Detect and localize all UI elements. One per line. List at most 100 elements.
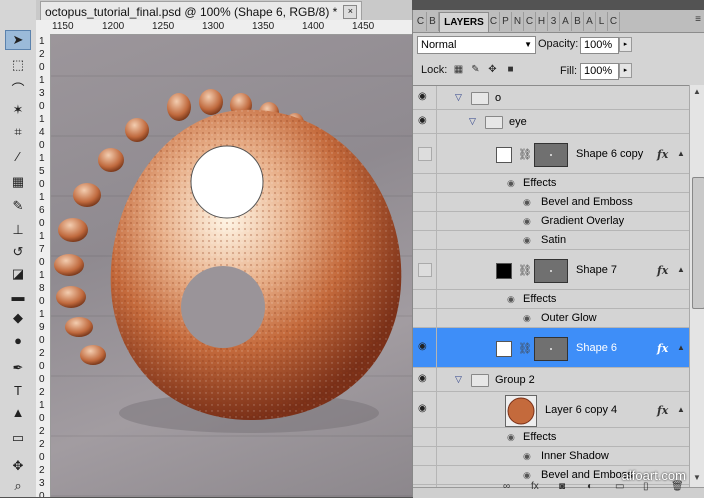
move-tool-icon[interactable]: ➤ (5, 30, 31, 50)
shape-tool-icon[interactable]: ▭ (5, 428, 31, 448)
visibility-cell[interactable] (413, 447, 437, 465)
visibility-cell[interactable] (413, 212, 437, 230)
layer-row[interactable]: ◉ Outer Glow (413, 309, 689, 328)
panel-tab[interactable]: B (427, 12, 439, 31)
tab-layers[interactable]: LAYERS (439, 12, 489, 32)
opacity-field[interactable]: 100% (580, 37, 619, 54)
link-icon[interactable]: ⛓ (518, 342, 532, 355)
layer-row[interactable]: ⛓ Shape 7 fx ▲ (413, 250, 689, 290)
visibility-cell[interactable]: ◉ (413, 328, 437, 367)
eye-icon[interactable]: ◉ (507, 432, 515, 443)
path-selection-tool-icon[interactable]: ▲ (5, 402, 31, 422)
layer-row[interactable]: ◉ ⛓ Shape 6 fx ▲ (413, 328, 689, 368)
clone-stamp-tool-icon[interactable]: ⊥ (5, 220, 31, 240)
close-icon[interactable]: × (343, 4, 358, 19)
fx-icon[interactable]: fx (657, 404, 668, 417)
healing-brush-tool-icon[interactable]: ▦ (5, 172, 31, 192)
visibility-cell[interactable] (413, 193, 437, 211)
visibility-cell[interactable] (413, 250, 437, 289)
blend-mode-select[interactable]: Normal ▼ (417, 36, 536, 54)
link-icon[interactable]: ∞ (503, 481, 510, 492)
scroll-up-icon[interactable]: ▲ (693, 87, 701, 96)
eye-icon[interactable]: ◉ (418, 115, 427, 126)
layer-swatch[interactable] (496, 341, 512, 357)
chevron-down-icon[interactable]: ▽ (469, 116, 476, 127)
lock-all-icon[interactable]: ■ (505, 64, 516, 75)
mask-icon[interactable]: ◙ (559, 481, 565, 492)
layer-row[interactable]: ◉ Effects (413, 428, 689, 447)
vector-mask-thumbnail[interactable] (534, 143, 568, 167)
scroll-down-icon[interactable]: ▼ (693, 473, 701, 482)
gradient-tool-icon[interactable]: ▬ (5, 286, 31, 306)
panel-tab[interactable]: P (500, 12, 512, 31)
visibility-cell[interactable] (413, 428, 437, 446)
visibility-cell[interactable] (413, 309, 437, 327)
layer-row[interactable]: ◉ Bevel and Emboss (413, 193, 689, 212)
layer-row[interactable]: ◉ Effects (413, 290, 689, 309)
layer-swatch[interactable] (496, 263, 512, 279)
panel-menu-icon[interactable]: ≡ (695, 14, 701, 25)
eye-icon[interactable]: ◉ (418, 373, 427, 384)
layer-row[interactable]: ◉ Gradient Overlay (413, 212, 689, 231)
vector-mask-thumbnail[interactable] (534, 259, 568, 283)
panel-tab[interactable]: C (608, 12, 620, 31)
scroll-thumb[interactable] (692, 177, 704, 309)
visibility-cell[interactable]: ◉ (413, 110, 437, 133)
document-tab[interactable]: octopus_tutorial_final.psd @ 100% (Shape… (40, 1, 363, 21)
visibility-cell[interactable]: ◉ (413, 86, 437, 109)
visibility-cell[interactable] (413, 174, 437, 192)
adjustment-icon[interactable]: ◐ (587, 481, 593, 492)
panel-tab[interactable]: A (560, 12, 572, 31)
fx-icon[interactable]: fx (657, 342, 668, 355)
visibility-cell[interactable]: ◉ (413, 392, 437, 427)
marquee-tool-icon[interactable]: ⬚ (5, 55, 31, 75)
layer-thumbnail[interactable] (505, 395, 537, 427)
visibility-cell[interactable]: ◉ (413, 368, 437, 391)
expand-arrow-icon[interactable]: ▲ (677, 265, 685, 274)
canvas[interactable] (51, 35, 412, 497)
eye-icon[interactable]: ◉ (418, 341, 427, 352)
fx-icon[interactable]: fx (657, 264, 668, 277)
eye-icon[interactable]: ◉ (523, 470, 531, 481)
link-icon[interactable]: ⛓ (518, 148, 532, 161)
panel-tab[interactable]: C (415, 12, 427, 31)
lock-image-icon[interactable]: ✎ (470, 64, 481, 75)
eyedropper-tool-icon[interactable]: ⁄ (5, 146, 31, 166)
lasso-tool-icon[interactable]: ⌒ (5, 78, 31, 98)
panel-tab[interactable]: A (584, 12, 596, 31)
layer-swatch[interactable] (496, 147, 512, 163)
panel-tab[interactable]: 3 (548, 12, 560, 31)
zoom-tool-icon[interactable]: ⌕ (5, 476, 31, 496)
layer-row[interactable]: ◉ ▽ o (413, 86, 689, 110)
visibility-toggle-icon[interactable] (418, 147, 432, 161)
panel-tab[interactable]: H (536, 12, 548, 31)
panel-tab[interactable]: C (524, 12, 536, 31)
chevron-down-icon[interactable]: ▽ (455, 374, 462, 385)
visibility-cell[interactable] (413, 231, 437, 249)
fx-icon[interactable]: fx (657, 148, 668, 161)
layers-scrollbar[interactable]: ▲ ▼ (689, 85, 704, 487)
fill-slider-button[interactable]: ▸ (619, 63, 632, 78)
dodge-tool-icon[interactable]: ● (5, 330, 31, 350)
layer-row[interactable]: ◉ Inner Shadow (413, 447, 689, 466)
history-brush-tool-icon[interactable]: ↺ (5, 242, 31, 262)
eye-icon[interactable]: ◉ (523, 197, 531, 208)
hand-tool-icon[interactable]: ✥ (5, 456, 31, 476)
layer-row[interactable]: ◉ Layer 6 copy 4 fx ▲ (413, 392, 689, 428)
chevron-down-icon[interactable]: ▽ (455, 92, 462, 103)
visibility-toggle-icon[interactable] (418, 263, 432, 277)
expand-arrow-icon[interactable]: ▲ (677, 405, 685, 414)
expand-arrow-icon[interactable]: ▲ (677, 343, 685, 352)
crop-tool-icon[interactable]: ⌗ (5, 122, 31, 142)
fx-icon[interactable]: fx (531, 481, 539, 492)
brush-tool-icon[interactable]: ✎ (5, 196, 31, 216)
magic-wand-tool-icon[interactable]: ✶ (5, 100, 31, 120)
lock-position-icon[interactable]: ✥ (487, 64, 498, 75)
blur-tool-icon[interactable]: ◆ (5, 308, 31, 328)
expand-arrow-icon[interactable]: ▲ (677, 149, 685, 158)
eraser-tool-icon[interactable]: ◪ (5, 264, 31, 284)
vector-mask-thumbnail[interactable] (534, 337, 568, 361)
eye-icon[interactable]: ◉ (418, 91, 427, 102)
visibility-cell[interactable] (413, 134, 437, 173)
layer-row[interactable]: ◉ Satin (413, 231, 689, 250)
